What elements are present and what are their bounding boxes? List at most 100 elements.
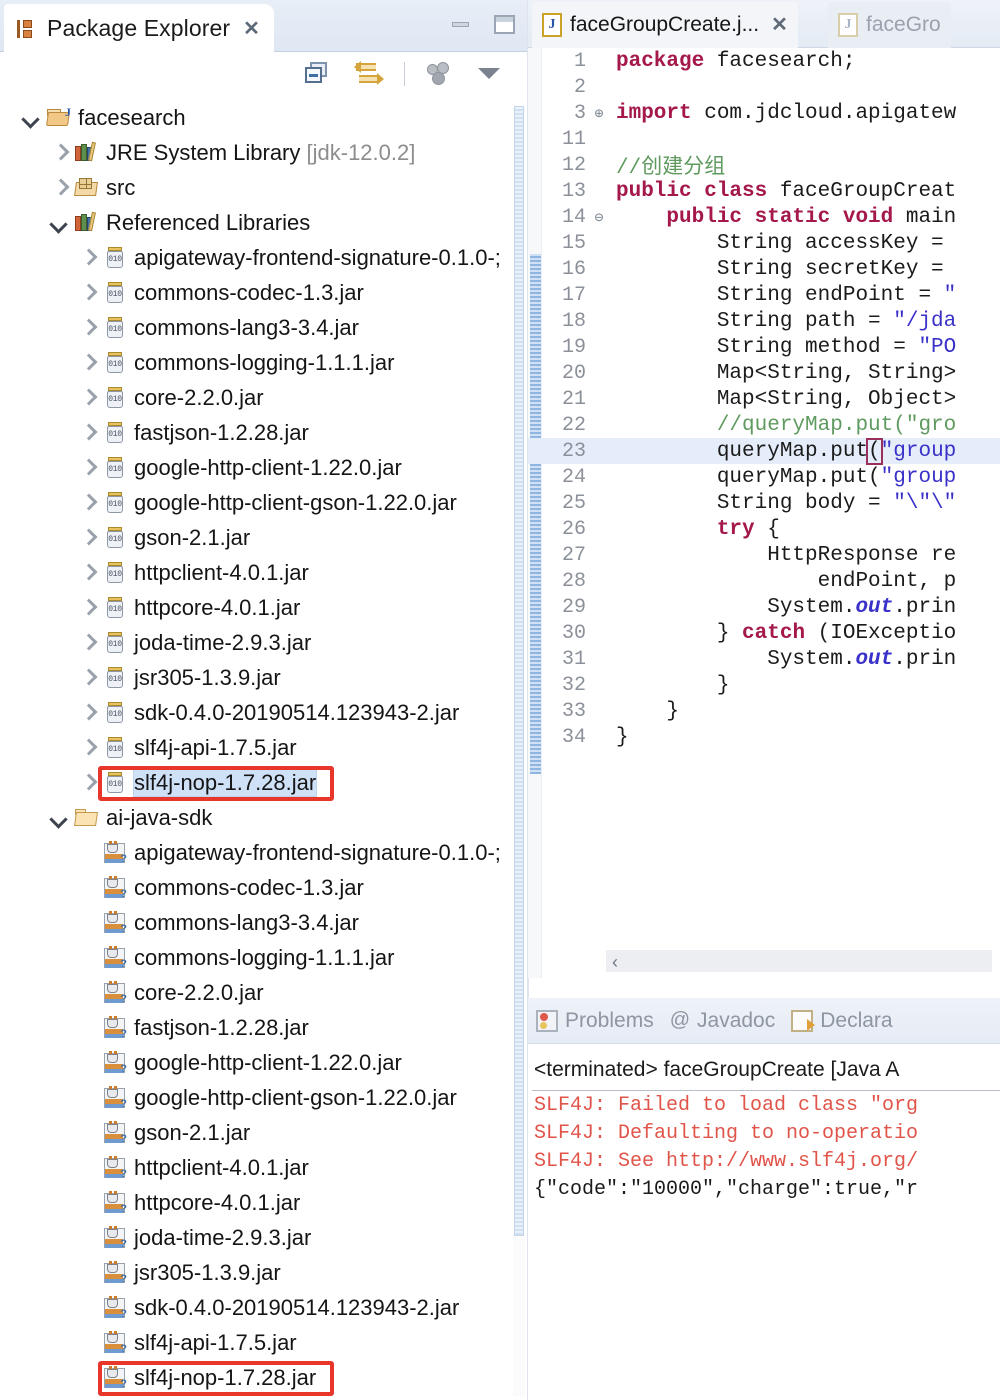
- link-with-editor-icon[interactable]: [354, 60, 384, 88]
- tree-item-joda-time-2-9-3-jar[interactable]: ? joda-time-2.9.3.jar: [0, 1220, 527, 1255]
- tree-item-slf4j-api-1-7-5-jar[interactable]: 010 slf4j-api-1.7.5.jar: [0, 730, 527, 765]
- tree-item-google-http-client-gson-1-22-0-jar[interactable]: 010 google-http-client-gson-1.22.0.jar: [0, 485, 527, 520]
- tree-item-label: core-2.2.0.jar: [134, 979, 264, 1005]
- tree-item-core-2-2-0-jar[interactable]: ? core-2.2.0.jar: [0, 975, 527, 1010]
- tree-item-commons-codec-1-3-jar[interactable]: ? commons-codec-1.3.jar: [0, 870, 527, 905]
- code-editor[interactable]: 1 package facesearch; 2 3 ⊕ import com.jdclou…: [528, 48, 1000, 978]
- tree-item-httpcore-4-0-1-jar[interactable]: ? httpcore-4.0.1.jar: [0, 1185, 527, 1220]
- tree-vertical-scrollbar[interactable]: [513, 106, 525, 1396]
- chevron-down-icon[interactable]: [50, 213, 70, 233]
- chevron-right-icon[interactable]: [78, 423, 98, 443]
- tree-item-sdk-0-4-0-20190514-123943-2-jar[interactable]: 010 sdk-0.4.0-20190514.123943-2.jar: [0, 695, 527, 730]
- tree-item-fastjson-1-2-28-jar[interactable]: ? fastjson-1.2.28.jar: [0, 1010, 527, 1045]
- chevron-right-icon[interactable]: [78, 668, 98, 688]
- chevron-right-icon[interactable]: [78, 458, 98, 478]
- tree-item-ai-java-sdk[interactable]: ai-java-sdk: [0, 800, 527, 835]
- tree-item-gson-2-1-jar[interactable]: 010 gson-2.1.jar: [0, 520, 527, 555]
- chevron-right-icon[interactable]: [78, 738, 98, 758]
- tree-item-jsr305-1-3-9-jar[interactable]: ? jsr305-1.3.9.jar: [0, 1255, 527, 1290]
- tree-item-sdk-0-4-0-20190514-123943-2-jar[interactable]: ? sdk-0.4.0-20190514.123943-2.jar: [0, 1290, 527, 1325]
- tab-problems[interactable]: Problems: [536, 1009, 654, 1033]
- chevron-right-icon[interactable]: [78, 633, 98, 653]
- close-icon[interactable]: ✕: [771, 15, 788, 35]
- jar-icon: 010: [102, 420, 128, 446]
- tree-item-commons-logging-1-1-1-jar[interactable]: ? commons-logging-1.1.1.jar: [0, 940, 527, 975]
- chevron-right-icon[interactable]: [78, 563, 98, 583]
- chevron-right-icon[interactable]: [78, 283, 98, 303]
- code-line: 11: [528, 126, 1000, 152]
- editor-horizontal-scrollbar[interactable]: ‹: [606, 950, 992, 972]
- chevron-right-icon[interactable]: [78, 318, 98, 338]
- chevron-right-icon[interactable]: [78, 248, 98, 268]
- view-menu-dots-icon[interactable]: [425, 60, 455, 88]
- chevron-right-icon[interactable]: [78, 703, 98, 723]
- chevron-right-icon[interactable]: [78, 598, 98, 618]
- code-token: try: [716, 517, 755, 541]
- tab-faceGroup-inactive[interactable]: J faceGro: [828, 2, 951, 48]
- tree-item-google-http-client-gson-1-22-0-jar[interactable]: ? google-http-client-gson-1.22.0.jar: [0, 1080, 527, 1115]
- view-menu-caret-icon[interactable]: [475, 60, 505, 88]
- chevron-right-icon[interactable]: [78, 773, 98, 793]
- tree-item-apigateway-frontend-signature-0-1-0[interactable]: 010 apigateway-frontend-signature-0.1.0-;: [0, 240, 527, 275]
- tree-item-apigateway-frontend-signature-0-1-0[interactable]: ? apigateway-frontend-signature-0.1.0-;: [0, 835, 527, 870]
- chevron-right-icon[interactable]: [78, 528, 98, 548]
- tree-item-gson-2-1-jar[interactable]: ? gson-2.1.jar: [0, 1115, 527, 1150]
- chevron-down-icon[interactable]: [50, 808, 70, 828]
- tree-item-jre-system-library[interactable]: JRE System Library [jdk-12.0.2]: [0, 135, 527, 170]
- chevron-right-icon[interactable]: [78, 353, 98, 373]
- fold-toggle-icon[interactable]: ⊕: [590, 104, 608, 123]
- tree-item-referenced-libraries[interactable]: Referenced Libraries: [0, 205, 527, 240]
- code-text: Map<String, Object>: [608, 388, 956, 411]
- scroll-left-icon[interactable]: ‹: [612, 952, 618, 973]
- code-line: 16 String secretKey =: [528, 256, 1000, 282]
- chevron-right-icon[interactable]: [50, 143, 70, 163]
- chevron-right-icon[interactable]: [78, 493, 98, 513]
- project-tree[interactable]: Jfacesearch JRE System Library [jdk-12.0.…: [0, 96, 527, 1395]
- tree-item-google-http-client-1-22-0-jar[interactable]: 010 google-http-client-1.22.0.jar: [0, 450, 527, 485]
- close-icon[interactable]: ✕: [243, 19, 260, 39]
- code-token: String secretKey =: [616, 257, 957, 281]
- chevron-right-icon[interactable]: [50, 178, 70, 198]
- code-token: }: [616, 621, 743, 645]
- java-archive-icon: ?: [102, 840, 128, 866]
- tree-item-httpclient-4-0-1-jar[interactable]: ? httpclient-4.0.1.jar: [0, 1150, 527, 1185]
- tree-item-httpcore-4-0-1-jar[interactable]: 010 httpcore-4.0.1.jar: [0, 590, 527, 625]
- tree-item-commons-lang3-3-4-jar[interactable]: 010 commons-lang3-3.4.jar: [0, 310, 527, 345]
- scrollbar-thumb[interactable]: [514, 106, 524, 1236]
- jar-icon: 010: [102, 525, 128, 551]
- tree-item-label: google-http-client-gson-1.22.0.jar: [134, 489, 457, 515]
- code-token: String endPoint =: [616, 283, 944, 307]
- code-token: endPoint, p: [616, 569, 957, 593]
- tab-faceGroupCreate-active[interactable]: J faceGroupCreate.j... ✕: [532, 2, 798, 48]
- line-number: 27: [561, 543, 586, 567]
- line-number: 17: [561, 283, 586, 307]
- tree-item-fastjson-1-2-28-jar[interactable]: 010 fastjson-1.2.28.jar: [0, 415, 527, 450]
- maximize-button[interactable]: [491, 12, 517, 36]
- tab-declaration[interactable]: Declara: [791, 1009, 893, 1033]
- code-text: //queryMap.put("gro: [608, 414, 956, 437]
- tree-item-core-2-2-0-jar[interactable]: 010 core-2.2.0.jar: [0, 380, 527, 415]
- fold-toggle-icon[interactable]: ⊖: [590, 208, 608, 227]
- tree-item-commons-lang3-3-4-jar[interactable]: ? commons-lang3-3.4.jar: [0, 905, 527, 940]
- tree-item-slf4j-nop-1-7-28-jar[interactable]: 010 slf4j-nop-1.7.28.jar: [0, 765, 527, 800]
- tab-package-explorer[interactable]: Package Explorer ✕: [4, 4, 274, 52]
- collapse-all-icon[interactable]: [304, 60, 334, 88]
- tree-item-label: joda-time-2.9.3.jar: [134, 1224, 312, 1250]
- chevron-right-icon[interactable]: [78, 388, 98, 408]
- tree-item-jsr305-1-3-9-jar[interactable]: 010 jsr305-1.3.9.jar: [0, 660, 527, 695]
- minimize-button[interactable]: [447, 12, 473, 36]
- console-output[interactable]: <terminated> faceGroupCreate [Java A SLF…: [528, 1044, 1000, 1203]
- code-text: String accessKey =: [608, 232, 956, 255]
- tree-item-facesearch[interactable]: Jfacesearch: [0, 100, 527, 135]
- tree-item-joda-time-2-9-3-jar[interactable]: 010 joda-time-2.9.3.jar: [0, 625, 527, 660]
- tree-item-label: Referenced Libraries: [106, 209, 311, 235]
- tree-item-httpclient-4-0-1-jar[interactable]: 010 httpclient-4.0.1.jar: [0, 555, 527, 590]
- tree-item-commons-codec-1-3-jar[interactable]: 010 commons-codec-1.3.jar: [0, 275, 527, 310]
- chevron-down-icon[interactable]: [22, 108, 42, 128]
- tab-javadoc[interactable]: @ Javadoc: [670, 1009, 776, 1033]
- tree-item-slf4j-api-1-7-5-jar[interactable]: ? slf4j-api-1.7.5.jar: [0, 1325, 527, 1360]
- tree-item-src[interactable]: src: [0, 170, 527, 205]
- tree-item-commons-logging-1-1-1-jar[interactable]: 010 commons-logging-1.1.1.jar: [0, 345, 527, 380]
- tree-item-slf4j-nop-1-7-28-jar[interactable]: ? slf4j-nop-1.7.28.jar: [0, 1360, 527, 1395]
- tree-item-google-http-client-1-22-0-jar[interactable]: ? google-http-client-1.22.0.jar: [0, 1045, 527, 1080]
